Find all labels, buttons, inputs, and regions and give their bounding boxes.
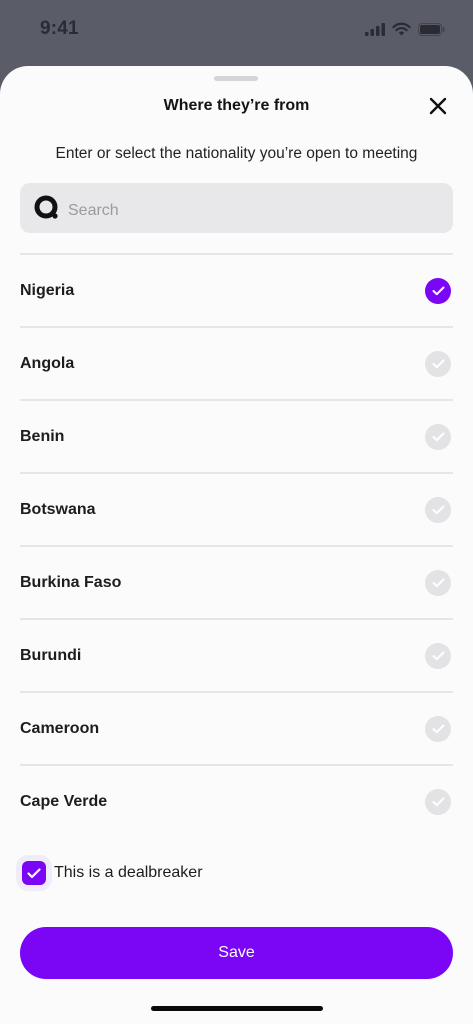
country-row[interactable]: Nigeria [0,255,473,326]
country-row[interactable]: Cameroon [0,693,473,764]
status-icons [365,22,445,36]
search-icon [32,193,62,223]
search-bar[interactable] [20,183,453,233]
cellular-signal-icon [365,22,385,36]
status-bar: 9:41 [0,0,473,58]
bottom-sheet: Where they’re from Enter or select the n… [0,66,473,1024]
unselected-check-icon[interactable] [425,496,451,523]
battery-icon [418,22,445,36]
country-name: Benin [20,427,65,445]
unselected-check-icon[interactable] [425,642,451,669]
unselected-check-icon[interactable] [425,350,451,377]
country-row[interactable]: Benin [0,401,473,472]
country-row[interactable]: Cape Verde [0,766,473,837]
country-row[interactable]: Angola [0,328,473,399]
save-button[interactable]: Save [20,927,453,979]
country-list: Nigeria Angola Benin Botswana Burkina Faso Bu… [0,253,473,837]
close-button[interactable] [424,94,452,122]
country-name: Angola [20,354,75,372]
unselected-check-icon[interactable] [425,715,451,742]
home-indicator [151,1006,323,1011]
unselected-check-icon[interactable] [425,423,451,450]
country-row[interactable]: Botswana [0,474,473,545]
country-name: Botswana [20,500,96,518]
unselected-check-icon[interactable] [425,569,451,596]
dealbreaker-toggle[interactable]: This is a dealbreaker [22,861,203,885]
status-time: 9:41 [40,18,79,39]
sheet-title: Where they’re from [163,97,310,114]
country-name: Burkina Faso [20,573,122,591]
country-row[interactable]: Burkina Faso [0,547,473,618]
selected-check-icon[interactable] [425,277,451,304]
country-name: Burundi [20,646,82,664]
sheet-grabber[interactable] [214,76,258,81]
sheet-subtitle: Enter or select the nationality you’re o… [55,145,418,162]
country-row[interactable]: Burundi [0,620,473,691]
country-name: Cameroon [20,719,100,737]
screen: 9:41 Where they’re from Enter or select … [0,0,473,1024]
checkmark-icon [27,867,41,878]
country-name: Nigeria [20,281,75,299]
search-input[interactable] [68,202,428,220]
dealbreaker-checkbox[interactable] [22,861,46,885]
close-icon [429,97,447,120]
unselected-check-icon[interactable] [425,788,451,815]
dealbreaker-label: This is a dealbreaker [54,864,203,881]
country-name: Cape Verde [20,792,108,810]
wifi-icon [392,22,411,36]
